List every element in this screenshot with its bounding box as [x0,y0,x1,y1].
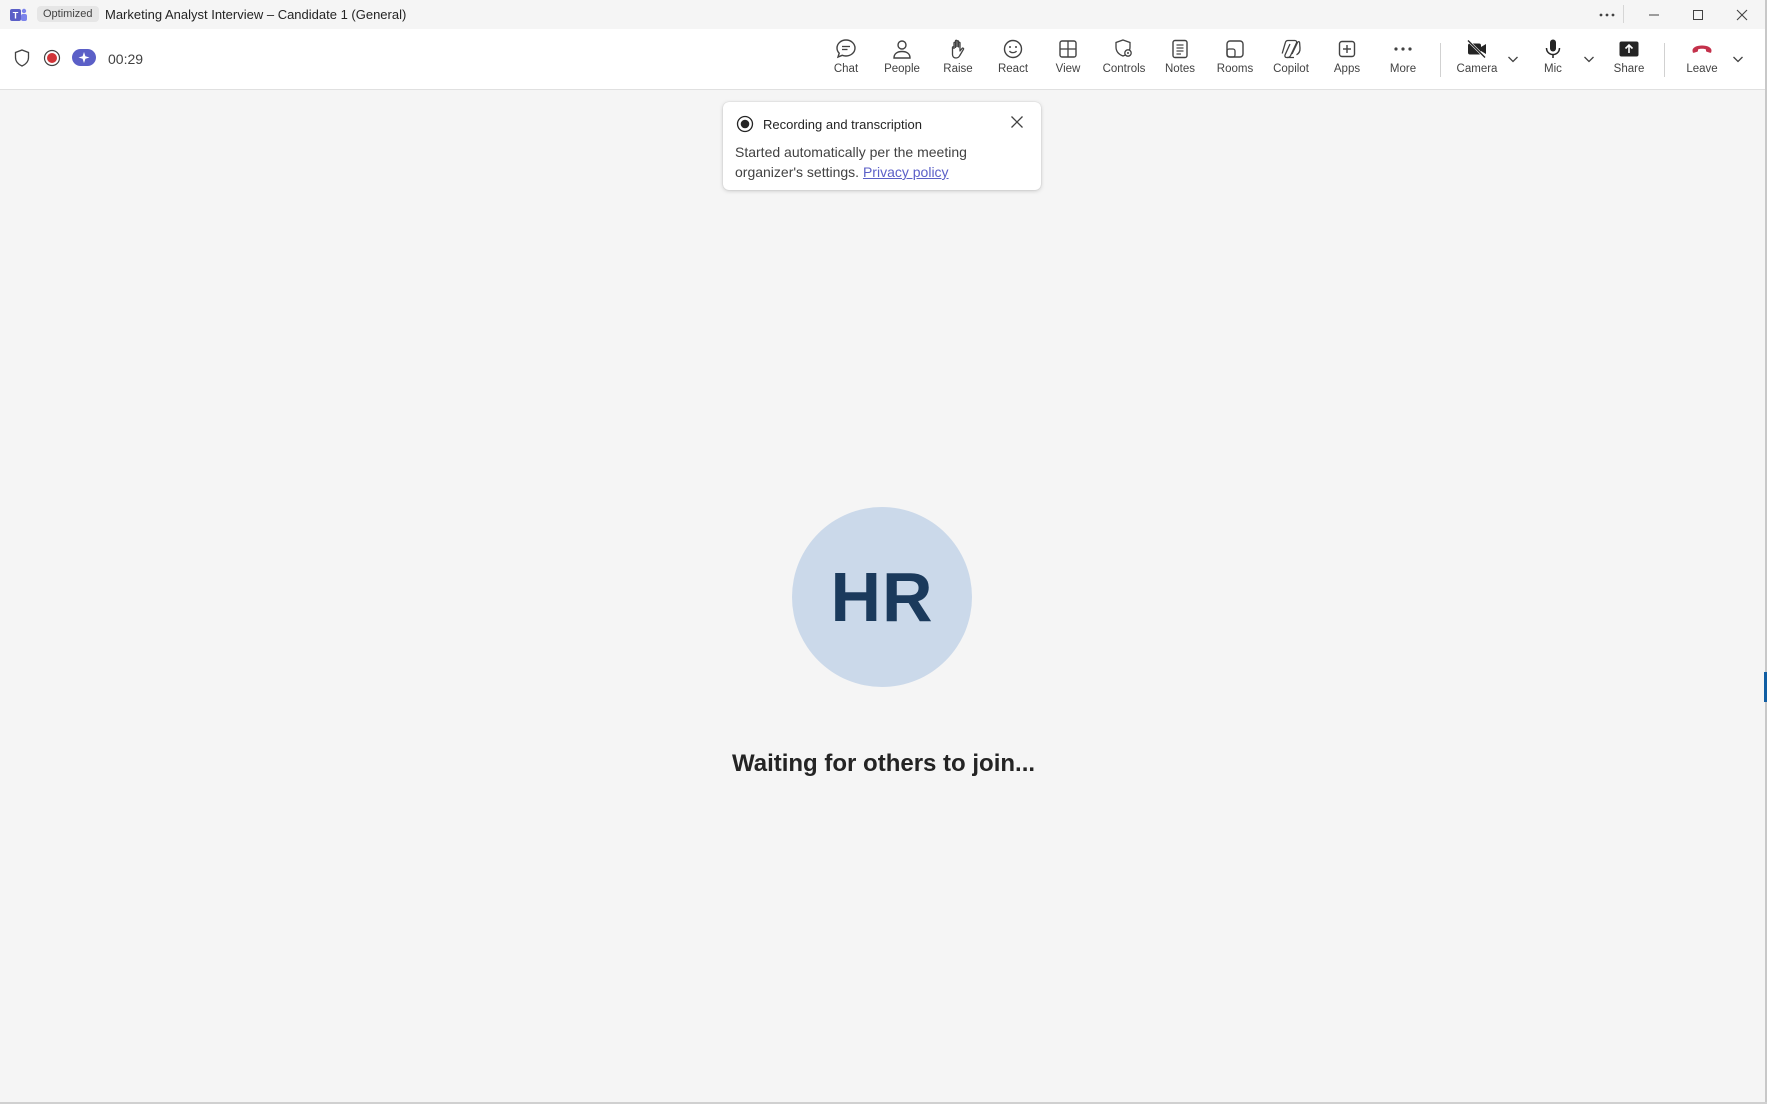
camera-off-icon [1467,39,1486,59]
recording-indicator-icon[interactable] [43,49,61,72]
notification-title: Recording and transcription [763,117,922,132]
rooms-button[interactable]: Rooms [1207,37,1263,85]
camera-button[interactable]: Camera [1449,37,1505,85]
waiting-message: Waiting for others to join... [731,750,1036,777]
chat-label: Chat [833,63,859,75]
close-icon [1736,9,1748,20]
shield-icon[interactable] [14,49,30,72]
hang-up-icon [1692,45,1712,53]
maximize-icon [1693,9,1703,20]
close-notification-icon[interactable] [1009,114,1025,130]
mic-label: Mic [1544,63,1562,75]
notes-icon [1172,39,1188,59]
leave-label: Leave [1686,63,1718,75]
toolbar-divider-leave [1664,43,1665,77]
close-window-button[interactable] [1720,0,1764,29]
share-screen-icon [1619,41,1639,57]
copilot-label: Copilot [1273,63,1309,75]
controls-label: Controls [1102,63,1146,75]
people-button[interactable]: People [874,37,930,85]
record-icon [736,115,754,138]
apps-label: Apps [1333,63,1361,75]
recording-notification: Recording and transcription Started auto… [723,102,1041,190]
meeting-toolbar: 00:29 Chat People Raise React View Contr… [0,29,1767,90]
more-ellipsis-icon [1394,47,1412,51]
titlebar-divider [1623,5,1624,23]
privacy-policy-link[interactable]: Privacy policy [863,164,949,180]
window-title: Marketing Analyst Interview – Candidate … [105,7,407,22]
raise-hand-button[interactable]: Raise [930,37,986,85]
rooms-label: Rooms [1216,63,1254,75]
hand-icon [951,39,965,59]
leave-options-chevron-down-icon[interactable] [1730,51,1746,67]
ellipsis-icon [1599,13,1615,16]
minimize-icon [1649,14,1659,15]
mic-options-chevron-down-icon[interactable] [1581,51,1597,67]
people-icon [893,40,911,59]
notes-label: Notes [1164,63,1196,75]
raise-label: Raise [943,63,973,75]
avatar-initials: HR [830,558,934,636]
chat-icon [836,39,856,59]
share-button[interactable]: Share [1601,37,1657,85]
share-label: Share [1613,63,1645,75]
svg-text:T: T [13,11,19,21]
copilot-icon [1281,39,1301,59]
shield-settings-icon [1115,39,1132,57]
minimize-button[interactable] [1632,0,1676,29]
copilot-status-icon[interactable] [72,49,96,66]
mic-button[interactable]: Mic [1525,37,1581,85]
microphone-icon [1545,39,1561,58]
controls-button[interactable]: Controls [1096,37,1152,85]
meeting-timer: 00:29 [108,51,144,67]
react-button[interactable]: React [985,37,1041,85]
chat-button[interactable]: Chat [818,37,874,85]
apps-button[interactable]: Apps [1319,37,1375,85]
notes-button[interactable]: Notes [1152,37,1208,85]
camera-label: Camera [1456,63,1498,75]
breakout-rooms-icon [1226,40,1244,58]
teams-logo-icon: T [10,7,27,23]
optimized-badge: Optimized [37,6,99,22]
people-label: People [884,63,920,75]
react-label: React [997,63,1029,75]
title-bar: T Optimized Marketing Analyst Interview … [0,0,1767,29]
grid-view-icon [1059,40,1077,58]
camera-options-chevron-down-icon[interactable] [1505,51,1521,67]
copilot-button[interactable]: Copilot [1263,37,1319,85]
maximize-button[interactable] [1676,0,1720,29]
more-button[interactable]: More [1375,37,1431,85]
leave-button[interactable]: Leave [1674,37,1730,85]
avatar: HR [792,507,972,687]
view-label: View [1055,63,1081,75]
emoji-icon [1003,39,1023,59]
add-app-icon [1338,40,1356,58]
notification-body: Started automatically per the meeting or… [735,142,1025,182]
view-button[interactable]: View [1040,37,1096,85]
toolbar-divider [1440,43,1441,77]
more-label: More [1389,63,1417,75]
